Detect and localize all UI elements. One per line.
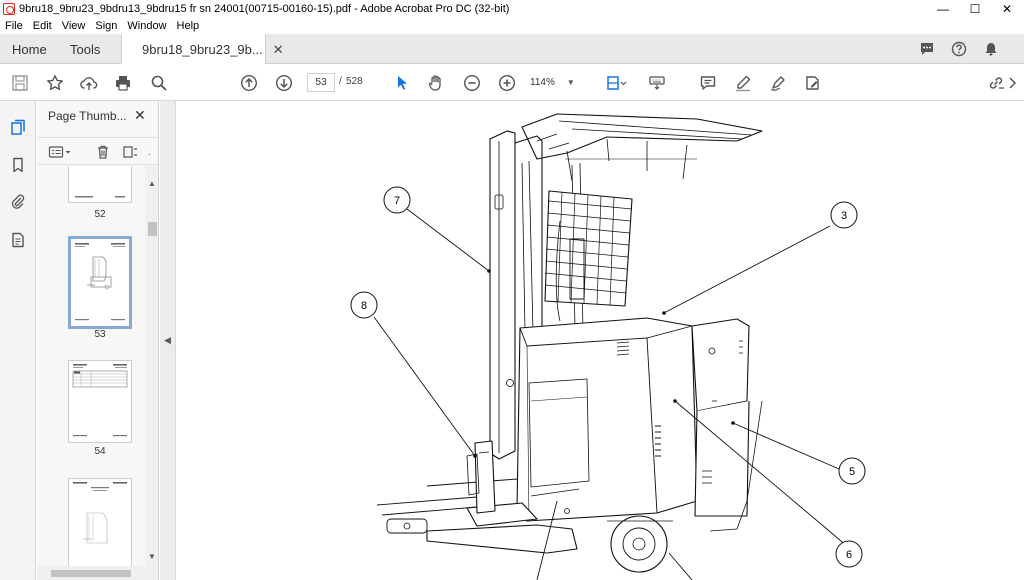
menu-view[interactable]: View xyxy=(57,20,91,32)
zoom-in-icon[interactable] xyxy=(496,72,518,94)
acrobat-app-icon xyxy=(3,2,15,15)
page-number-input[interactable]: 53 xyxy=(307,73,335,92)
forklift-parts-drawing: 7 3 8 5 6 xyxy=(350,113,866,580)
maximize-button[interactable]: ☐ xyxy=(960,0,990,17)
fill-sign-icon[interactable] xyxy=(802,72,824,94)
page-separator: / xyxy=(339,76,342,87)
callout-8-label: 8 xyxy=(361,300,367,312)
callout-5: 5 xyxy=(838,457,866,485)
bookmarks-icon[interactable] xyxy=(9,156,27,174)
callout-7-label: 7 xyxy=(394,195,400,207)
callout-6-label: 6 xyxy=(846,549,852,561)
keyboard-icon[interactable] xyxy=(646,72,668,94)
page-crop-icon[interactable] xyxy=(122,143,138,161)
collapse-arrow-icon[interactable]: ◀ xyxy=(164,335,171,346)
menu-file[interactable]: File xyxy=(0,20,28,32)
highlight-pen-icon[interactable] xyxy=(732,72,754,94)
page-thumbnail[interactable] xyxy=(68,360,132,443)
more-options-icon[interactable]: . xyxy=(148,143,151,161)
zoom-search-icon[interactable] xyxy=(148,72,170,94)
next-page-icon[interactable] xyxy=(273,72,295,94)
tab-bar: Home Tools 9bru18_9bru23_9b... ✕ xyxy=(0,34,1024,65)
thumbnail-vertical-scrollbar[interactable]: ▲ ▼ xyxy=(145,166,158,576)
close-window-button[interactable]: ✕ xyxy=(992,0,1022,17)
thumbnail-horizontal-scrollbar[interactable] xyxy=(37,566,158,580)
thumbnail-options-icon[interactable] xyxy=(48,143,72,161)
tab-tools[interactable]: Tools xyxy=(70,34,100,64)
tab-document-label: 9bru18_9bru23_9b... xyxy=(142,42,263,57)
hand-tool-icon[interactable] xyxy=(425,72,447,94)
content-document-icon[interactable] xyxy=(9,231,27,249)
tab-close-button[interactable]: ✕ xyxy=(273,42,284,58)
attachments-paperclip-icon[interactable] xyxy=(9,192,27,210)
thumbnail-label: 53 xyxy=(94,329,106,340)
menu-sign[interactable]: Sign xyxy=(90,20,122,32)
more-tools-chevron-icon[interactable] xyxy=(1006,72,1020,94)
panel-close-button[interactable]: ✕ xyxy=(134,107,146,124)
print-icon[interactable] xyxy=(112,72,134,94)
menu-window[interactable]: Window xyxy=(122,20,171,32)
help-icon[interactable] xyxy=(950,40,968,58)
zoom-level-value: 114% xyxy=(530,77,555,88)
page-thumbnail-selected[interactable] xyxy=(68,236,132,329)
draw-tool-icon[interactable] xyxy=(767,72,789,94)
main-toolbar: 53 / 528 114% ▼ xyxy=(0,64,1024,101)
upload-cloud-icon[interactable] xyxy=(78,72,100,94)
menu-bar: File Edit View Sign Window Help xyxy=(0,17,1024,34)
zoom-level-dropdown[interactable]: 114% ▼ xyxy=(530,73,585,92)
panel-collapse-handle[interactable]: ◀ xyxy=(160,101,176,580)
chevron-down-icon: ▼ xyxy=(566,78,575,87)
page-thumbnails-icon[interactable] xyxy=(9,118,27,136)
thumbnail-label: 52 xyxy=(94,209,106,220)
scrollbar-thumb[interactable] xyxy=(148,222,157,236)
thumbnail-label: 54 xyxy=(94,446,106,457)
callout-5-label: 5 xyxy=(849,466,855,478)
title-bar: 9bru18_9bru23_9bdru13_9bdru15 fr sn 2400… xyxy=(0,0,1024,17)
select-pointer-icon[interactable] xyxy=(391,72,413,94)
minimize-button[interactable]: — xyxy=(928,0,958,17)
menu-help[interactable]: Help xyxy=(172,20,205,32)
callout-6: 6 xyxy=(835,540,863,568)
previous-page-icon[interactable] xyxy=(238,72,260,94)
page-thumbnail[interactable] xyxy=(68,166,132,203)
comment-icon[interactable] xyxy=(697,72,719,94)
horizontal-scrollbar-thumb[interactable] xyxy=(51,570,131,577)
bookmark-star-icon[interactable] xyxy=(44,72,66,94)
total-pages: 528 xyxy=(346,76,363,87)
panel-title: Page Thumb... xyxy=(48,109,127,123)
save-icon[interactable] xyxy=(9,72,31,94)
panel-toolbar: . xyxy=(37,137,158,165)
callout-3-label: 3 xyxy=(841,210,847,222)
scroll-down-arrow-icon[interactable]: ▼ xyxy=(145,549,158,563)
scroll-up-arrow-icon[interactable]: ▲ xyxy=(145,176,158,190)
bell-icon[interactable] xyxy=(982,40,1000,58)
page-thumbnail[interactable] xyxy=(68,478,132,578)
page-thumbnails-panel: Page Thumb... ✕ . 52 53 54 ▲ ▼ xyxy=(37,101,159,580)
callout-8: 8 xyxy=(350,291,378,319)
zoom-out-icon[interactable] xyxy=(461,72,483,94)
callout-3: 3 xyxy=(830,201,858,229)
callout-7: 7 xyxy=(383,186,411,214)
menu-edit[interactable]: Edit xyxy=(28,20,57,32)
tab-document[interactable]: 9bru18_9bru23_9b... ✕ xyxy=(121,34,284,65)
comment-bubble-icon[interactable] xyxy=(918,40,936,58)
trash-icon[interactable] xyxy=(95,143,111,161)
share-link-icon[interactable] xyxy=(985,72,1007,94)
tab-home[interactable]: Home xyxy=(12,34,47,64)
page-fit-icon[interactable] xyxy=(604,72,630,94)
window-title: 9bru18_9bru23_9bdru13_9bdru15 fr sn 2400… xyxy=(19,2,510,15)
document-view[interactable]: 7 3 8 5 6 xyxy=(177,101,1024,580)
thumbnail-list: 52 53 54 xyxy=(37,166,145,580)
navigation-rail xyxy=(0,101,36,580)
